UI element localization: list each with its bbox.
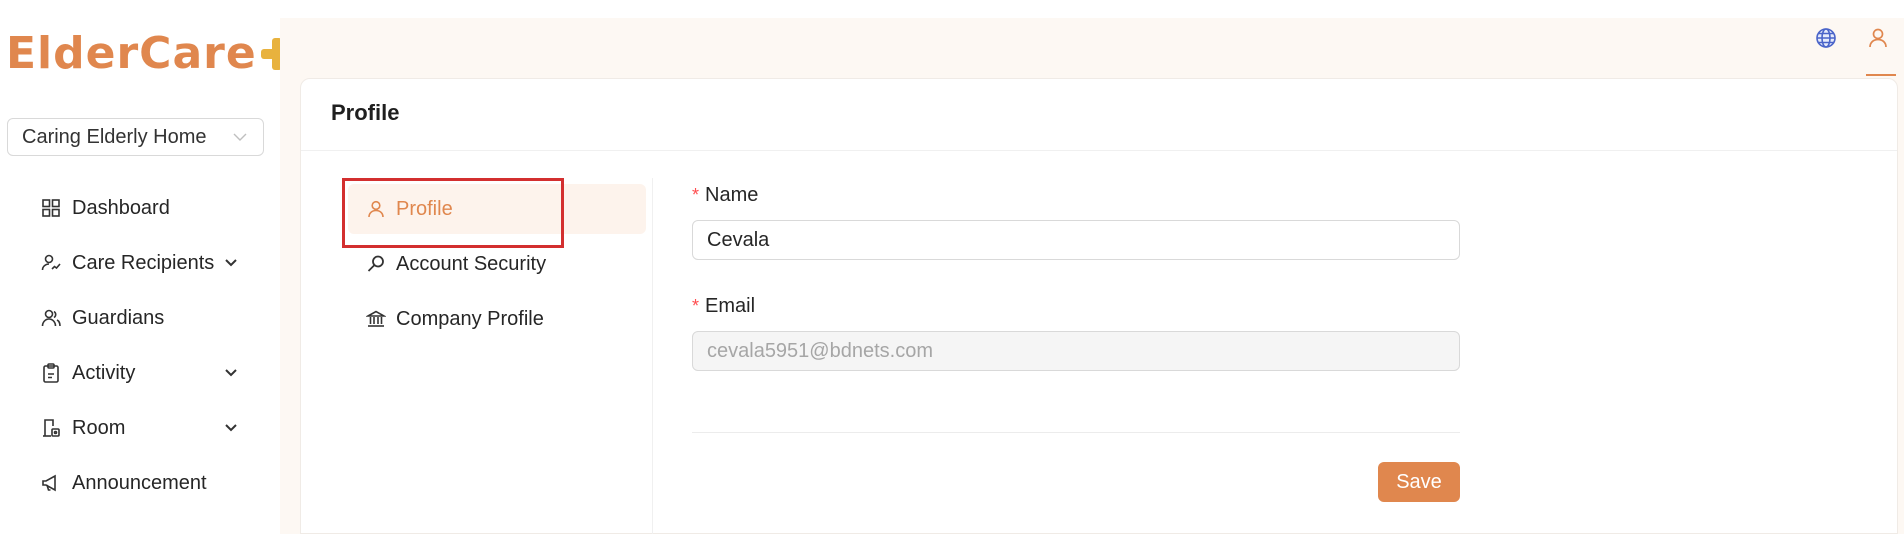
sidebar-item-label: Room	[72, 416, 126, 439]
chevron-down-icon[interactable]	[222, 254, 240, 272]
chevron-down-icon[interactable]	[222, 364, 240, 382]
facility-select[interactable]: Caring Elderly Home	[7, 118, 264, 156]
name-label-text: Name	[705, 184, 759, 206]
name-label: * Name	[692, 184, 758, 207]
page-title: Profile	[331, 100, 400, 125]
active-indicator	[1866, 74, 1896, 76]
room-icon	[43, 419, 60, 437]
sidebar-item-guardians[interactable]: Guardians	[40, 300, 250, 336]
user-icon	[368, 200, 384, 218]
sidebar-item-room[interactable]: Room	[40, 410, 250, 446]
facility-select-value: Caring Elderly Home	[22, 125, 207, 148]
settings-tab-account-security[interactable]: Account Security	[366, 246, 546, 282]
sidebar-item-label: Guardians	[72, 306, 165, 329]
sidebar-item-label: Activity	[72, 361, 136, 384]
menu-divider	[652, 178, 653, 534]
logo-text: ElderCare	[6, 28, 257, 79]
sidebar-item-label: Announcement	[72, 471, 207, 494]
bank-icon	[366, 310, 386, 327]
settings-tab-profile[interactable]: Profile	[366, 191, 453, 227]
user-icon[interactable]	[1866, 26, 1890, 50]
required-mark: *	[692, 185, 700, 205]
settings-tab-label: Company Profile	[396, 307, 544, 330]
guardians-icon	[41, 309, 61, 327]
key-search-icon	[367, 255, 384, 272]
megaphone-icon	[42, 474, 56, 492]
brand-logo[interactable]: ElderCare	[6, 28, 293, 79]
sidebar-item-label: Care Recipients	[72, 251, 215, 274]
email-input	[692, 331, 1460, 371]
settings-tab-label: Profile	[396, 197, 453, 220]
sidebar-item-label: Dashboard	[72, 196, 170, 219]
chevron-down-icon[interactable]	[222, 419, 240, 437]
top-header	[280, 18, 1904, 78]
sidebar-item-announcement[interactable]: Announcement	[40, 465, 250, 501]
globe-icon[interactable]	[1814, 26, 1838, 50]
save-button[interactable]: Save	[1378, 462, 1460, 502]
activity-clipboard-icon	[43, 363, 59, 383]
sidebar-item-dashboard[interactable]: Dashboard	[40, 190, 250, 226]
sidebar-item-care-recipients[interactable]: Care Recipients	[40, 245, 250, 281]
dashboard-grid-icon	[42, 199, 60, 217]
name-input[interactable]	[692, 220, 1460, 260]
sidebar: ElderCare Caring Elderly Home Dashboard …	[0, 0, 293, 534]
chevron-down-icon	[233, 133, 247, 141]
care-recipients-icon	[41, 254, 61, 271]
form-divider	[692, 432, 1460, 433]
card-divider	[301, 150, 1897, 151]
required-mark: *	[692, 296, 700, 316]
email-label: * Email	[692, 295, 755, 318]
email-label-text: Email	[705, 295, 756, 317]
sidebar-item-activity[interactable]: Activity	[40, 355, 250, 391]
settings-tab-company-profile[interactable]: Company Profile	[366, 301, 544, 337]
settings-tab-label: Account Security	[396, 252, 547, 275]
